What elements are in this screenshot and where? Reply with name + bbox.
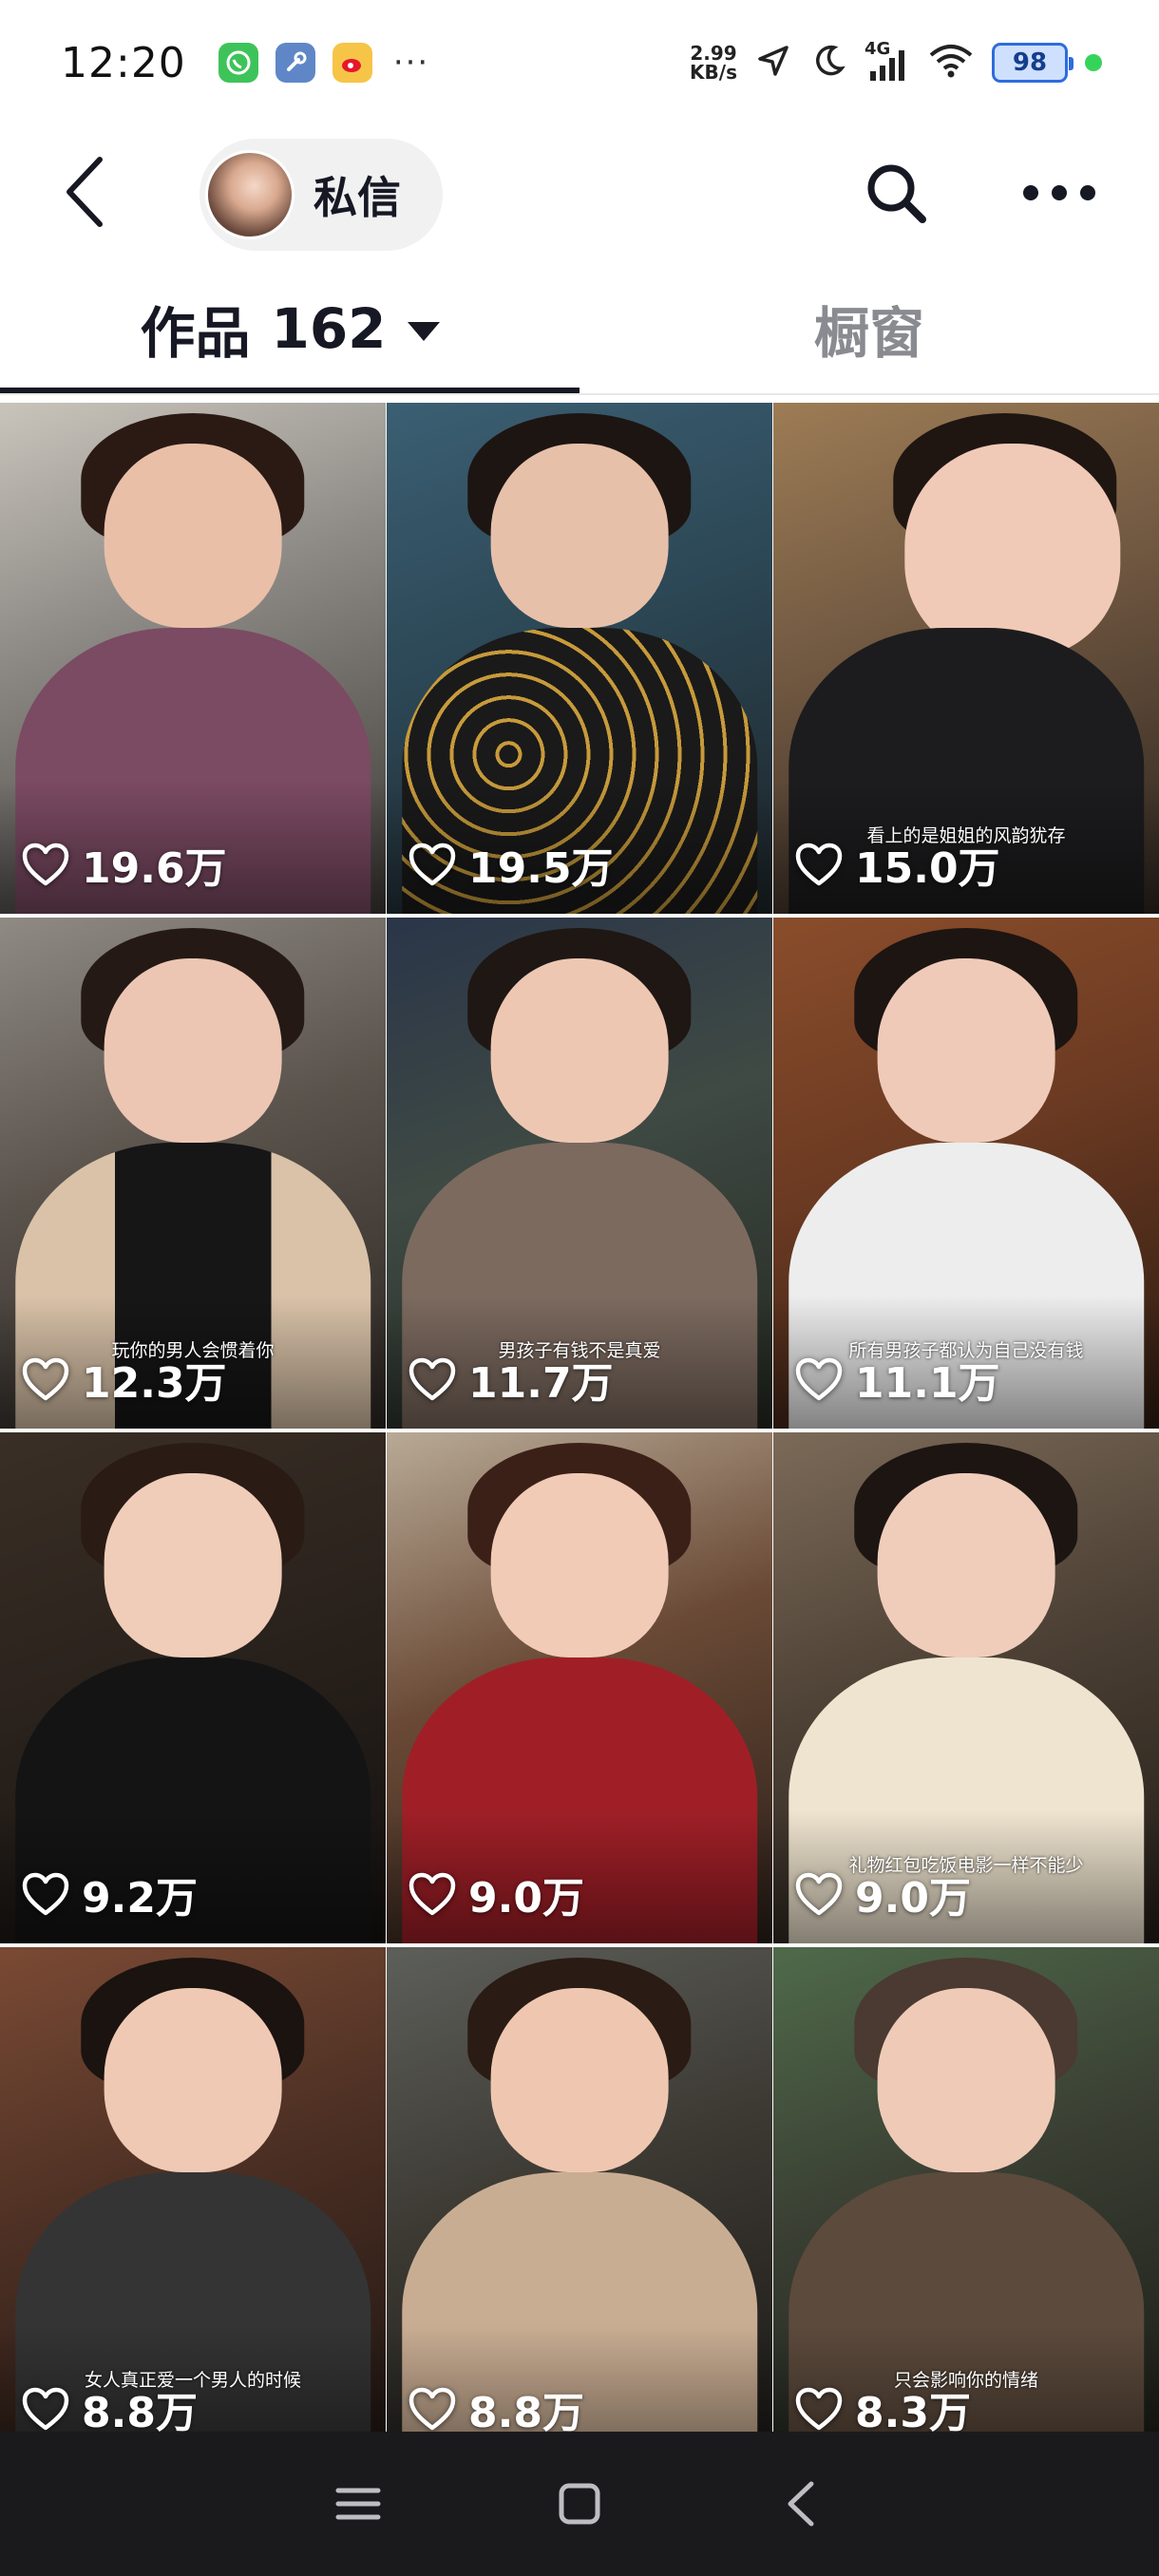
whatsapp-icon (218, 43, 258, 83)
direct-message-button[interactable]: 私信 (200, 139, 443, 251)
profile-works-screen: 12:20 ··· 2.99 KB/s 4G 98 私信 作品 162 橱窗 1… (0, 0, 1159, 2576)
tab-showcase-label: 橱窗 (813, 301, 924, 366)
tab-works-count: 162 (271, 296, 387, 361)
video-tile[interactable]: 19.6万 (0, 403, 386, 914)
notification-icons: ··· (218, 43, 429, 83)
like-count: 15.0万 (794, 834, 1000, 895)
network-type: 4G (864, 39, 891, 59)
heart-icon (408, 843, 456, 886)
back-arrow-icon (66, 157, 103, 227)
avatar (205, 150, 294, 239)
like-count-value: 11.1万 (855, 1359, 1000, 1408)
like-count: 9.0万 (408, 1864, 584, 1924)
like-count: 9.0万 (794, 1864, 971, 1924)
square-icon (559, 2483, 600, 2525)
status-dot-icon (1085, 54, 1102, 71)
weibo-icon (332, 43, 372, 83)
video-tile[interactable]: 9.0万 (387, 1432, 772, 1943)
like-count-value: 9.2万 (82, 1874, 198, 1923)
video-tile[interactable]: 19.5万 (387, 403, 772, 914)
moon-icon (809, 42, 847, 84)
dot-icon (1052, 185, 1067, 200)
heart-icon (408, 1872, 456, 1916)
cellular-signal-icon: 4G (864, 39, 910, 83)
video-tile[interactable]: 礼物红包吃饭电影一样不能少 9.0万 (773, 1432, 1159, 1943)
video-tile[interactable]: 看上的是姐姐的风韵犹存 15.0万 (773, 403, 1159, 914)
heart-icon (795, 1872, 843, 1916)
search-button[interactable] (855, 152, 937, 234)
more-options-button[interactable] (1007, 152, 1112, 234)
wifi-icon (927, 42, 975, 84)
like-count: 8.8万 (21, 2378, 198, 2439)
like-count-value: 9.0万 (468, 1874, 584, 1923)
like-count-value: 15.0万 (855, 844, 1000, 893)
recent-apps-button[interactable] (320, 2466, 396, 2542)
tab-works-label: 作品 (140, 301, 251, 366)
menu-icon (335, 2488, 381, 2520)
video-tile[interactable]: 9.2万 (0, 1432, 386, 1943)
like-count: 19.5万 (408, 834, 614, 895)
system-status: 2.99 KB/s 4G 98 (690, 39, 1102, 84)
dot-icon (1080, 185, 1095, 200)
heart-icon (22, 2387, 69, 2431)
location-icon (754, 42, 792, 84)
video-tile[interactable]: 女人真正爱一个男人的时候 8.8万 (0, 1947, 386, 2458)
like-count: 11.7万 (408, 1349, 614, 1410)
home-button[interactable] (542, 2466, 618, 2542)
like-count-value: 8.3万 (855, 2389, 971, 2437)
heart-icon (795, 2387, 843, 2431)
video-grid: 19.6万 19.5万 看上的是姐姐的风韵犹存 15.0万 玩你的男人会惯着你 … (0, 403, 1159, 2458)
like-count-value: 19.6万 (82, 844, 227, 893)
like-count: 11.1万 (794, 1349, 1000, 1410)
like-count-value: 8.8万 (468, 2389, 584, 2437)
divider (0, 393, 1159, 395)
network-speed-value: 2.99 (690, 42, 737, 65)
like-count: 8.3万 (794, 2378, 971, 2439)
heart-icon (408, 2387, 456, 2431)
like-count: 12.3万 (21, 1349, 227, 1410)
tab-works[interactable]: 作品 162 (0, 272, 580, 386)
video-tile[interactable]: 男孩子有钱不是真爱 11.7万 (387, 918, 772, 1429)
network-speed-unit: KB/s (690, 61, 737, 84)
heart-icon (22, 1872, 69, 1916)
video-tile[interactable]: 所有男孩子都认为自己没有钱 11.1万 (773, 918, 1159, 1429)
like-count-value: 12.3万 (82, 1359, 227, 1408)
heart-icon (795, 843, 843, 886)
heart-icon (22, 843, 69, 886)
back-chevron-icon (788, 2481, 814, 2527)
like-count: 9.2万 (21, 1864, 198, 1924)
search-icon (867, 164, 926, 223)
tab-showcase[interactable]: 橱窗 (580, 272, 1159, 386)
heart-icon (795, 1357, 843, 1401)
video-tile[interactable]: 玩你的男人会惯着你 12.3万 (0, 918, 386, 1429)
heart-icon (22, 1357, 69, 1401)
more-notifications-icon: ··· (392, 44, 430, 82)
direct-message-label: 私信 (314, 172, 401, 223)
like-count: 19.6万 (21, 834, 227, 895)
profile-header: 私信 (0, 125, 1159, 258)
heart-icon (408, 1357, 456, 1401)
like-count: 8.8万 (408, 2378, 584, 2439)
like-count-value: 19.5万 (468, 844, 614, 893)
tools-icon (275, 43, 315, 83)
like-count-value: 9.0万 (855, 1874, 971, 1923)
profile-tabs: 作品 162 橱窗 (0, 272, 1159, 395)
status-time: 12:20 (61, 38, 186, 87)
video-tile[interactable]: 只会影响你的情绪 8.3万 (773, 1947, 1159, 2458)
battery-level: 98 (1012, 48, 1048, 77)
battery-icon: 98 (992, 43, 1074, 83)
system-navigation-bar (0, 2432, 1159, 2576)
dot-icon (1023, 185, 1038, 200)
back-button[interactable] (48, 154, 124, 230)
like-count-value: 8.8万 (82, 2389, 198, 2437)
status-bar: 12:20 ··· 2.99 KB/s 4G 98 (0, 0, 1159, 125)
video-tile[interactable]: 8.8万 (387, 1947, 772, 2458)
network-speed: 2.99 KB/s (690, 44, 737, 82)
caret-down-icon[interactable] (407, 322, 440, 341)
system-back-button[interactable] (763, 2466, 839, 2542)
like-count-value: 11.7万 (468, 1359, 614, 1408)
